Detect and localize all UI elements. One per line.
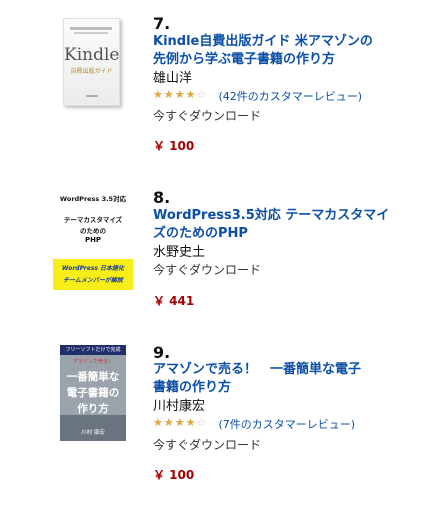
cover-title: Kindle — [64, 45, 120, 65]
availability-text: 今すぐダウンロード — [153, 438, 262, 452]
review-count-link[interactable]: (42件のカスタマーレビュー) — [219, 90, 363, 103]
title-line: Kindle自費出版ガイド 米アマゾンの — [153, 34, 373, 49]
title-line: 先例から学ぶ電子書籍の作り方 — [153, 52, 336, 67]
cover-text: 一番簡単な — [66, 371, 120, 383]
cover-text: チームメンバーが解説 — [63, 277, 123, 284]
price: ￥ 100 — [153, 468, 195, 482]
cover-text: 電子書籍の — [66, 387, 120, 399]
cover-text: テーマカスタマイズ — [63, 216, 123, 224]
cover-text: WordPress 3.5対応 — [59, 195, 127, 203]
cover-author: 川村 康宏 — [81, 430, 105, 436]
cover-text: PHP — [84, 236, 102, 244]
book-title-link[interactable]: アマゾンで売る！ 一番簡単な電子 書籍の作り方 — [153, 361, 428, 397]
availability-text: 今すぐダウンロード — [153, 109, 262, 123]
star-rating-icon[interactable]: ☆☆☆☆☆ ★★★★★ — [153, 89, 215, 101]
availability-text: 今すぐダウンロード — [153, 263, 262, 277]
rating-row: ☆☆☆☆☆ ★★★★★ (42件のカスタマーレビュー) — [153, 88, 362, 104]
rating-row: ☆☆☆☆☆ ★★★★★ (7件のカスタマーレビュー) — [153, 416, 355, 432]
cover-subtitle: 自費出版ガイド — [70, 68, 113, 75]
cover-text: アマゾンで売る！ — [72, 359, 113, 365]
rank-number: 9. — [153, 343, 171, 362]
title-line: WordPress3.5対応 テーマカスタマイ — [153, 208, 390, 223]
cover-text: のための — [80, 227, 106, 235]
rank-number: 8. — [153, 188, 171, 207]
book-cover-image[interactable]: Kindle 自費出版ガイド — [63, 18, 120, 106]
rank-number: 7. — [153, 14, 171, 33]
cover-text: 作り方 — [77, 403, 109, 415]
cover-decoration — [74, 32, 108, 34]
book-cover-image[interactable]: WordPress 3.5対応 テーマカスタマイズ のための PHP WordP… — [53, 189, 133, 295]
cover-text: フリーソフトだけで完成 — [65, 347, 121, 353]
title-line: アマゾンで売る！ 一番簡単な電子 — [153, 362, 362, 377]
author-name: 水野史土 — [153, 245, 206, 260]
cover-text: WordPress 日本語化 — [61, 265, 125, 272]
star-filled-icon: ★★★★★ — [153, 89, 197, 101]
price: ￥ 100 — [153, 139, 195, 153]
price: ￥ 441 — [153, 294, 195, 308]
cover-decoration — [86, 95, 98, 97]
book-cover-image[interactable]: フリーソフトだけで完成 アマゾンで売る！ 一番簡単な 電子書籍の 作り方 川村 … — [60, 345, 126, 441]
book-title-link[interactable]: Kindle自費出版ガイド 米アマゾンの 先例から学ぶ電子書籍の作り方 — [153, 33, 428, 69]
author-name: 川村康宏 — [153, 399, 206, 414]
title-line: ズのためのPHP — [153, 226, 248, 241]
star-rating-icon[interactable]: ☆☆☆☆☆ ★★★★★ — [153, 417, 215, 429]
author-name: 雄山洋 — [153, 71, 193, 86]
title-line: 書籍の作り方 — [153, 380, 232, 395]
book-title-link[interactable]: WordPress3.5対応 テーマカスタマイ ズのためのPHP — [153, 207, 428, 243]
star-filled-icon: ★★★★★ — [153, 417, 197, 429]
cover-decoration — [70, 27, 112, 30]
review-count-link[interactable]: (7件のカスタマーレビュー) — [219, 418, 356, 431]
